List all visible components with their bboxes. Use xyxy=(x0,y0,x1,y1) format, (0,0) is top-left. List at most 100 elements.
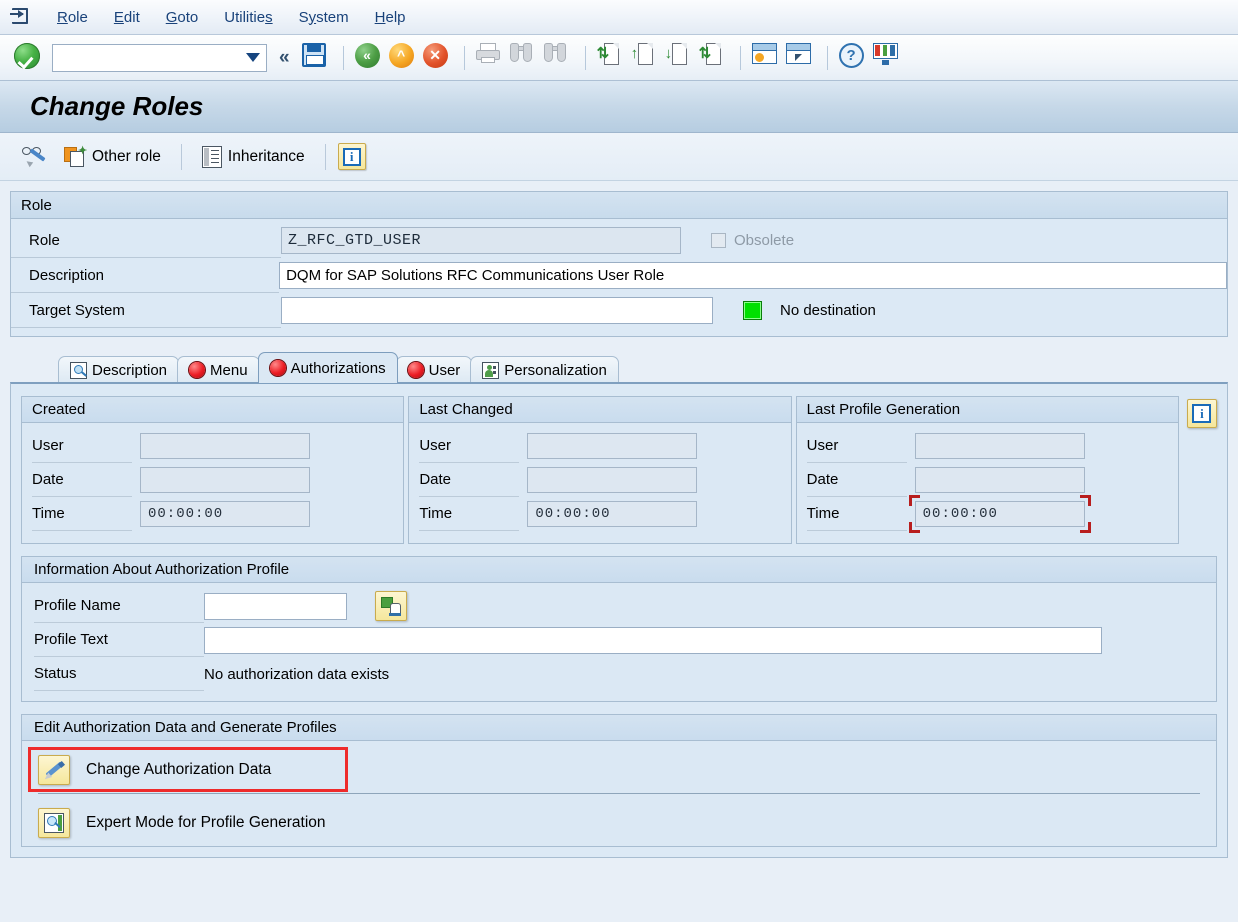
collapse-chevron-icon[interactable]: « xyxy=(279,47,290,69)
last-page-icon[interactable]: ⇅ xyxy=(699,43,729,73)
lpg-date-row: Date xyxy=(807,463,1168,497)
lpg-time-row: Time 00:00:00 xyxy=(807,497,1168,531)
other-role-label: Other role xyxy=(92,148,161,166)
info-i-icon: i xyxy=(1192,404,1211,423)
tab-user-label: User xyxy=(429,362,461,379)
lpg-user-label: User xyxy=(807,429,907,463)
role-group: Role Role Z_RFC_GTD_USER Obsolete Descri… xyxy=(10,191,1228,337)
menu-item-goto[interactable]: Goto xyxy=(153,6,212,29)
last-changed-box-header: Last Changed xyxy=(409,397,790,423)
tab-description[interactable]: Description xyxy=(58,356,179,383)
other-role-button[interactable]: ✦ Other role xyxy=(56,143,169,171)
tab-user[interactable]: User xyxy=(396,356,473,383)
created-date-value xyxy=(140,467,310,493)
copy-profile-icon xyxy=(381,596,401,616)
print-icon[interactable] xyxy=(476,43,506,73)
description-search-icon xyxy=(70,362,87,379)
edit-authorization-header: Edit Authorization Data and Generate Pro… xyxy=(22,715,1216,741)
role-label: Role xyxy=(11,223,281,258)
created-time-row: Time 00:00:00 xyxy=(32,497,393,531)
menu-item-help[interactable]: Help xyxy=(362,6,419,29)
expert-mode-button[interactable] xyxy=(38,808,70,838)
profile-status-row: Status No authorization data exists xyxy=(34,657,1204,691)
focus-corner-marker xyxy=(1080,522,1091,533)
change-authorization-data-label: Change Authorization Data xyxy=(86,761,271,779)
page-title: Change Roles xyxy=(30,91,203,122)
first-page-icon[interactable]: ⇅ xyxy=(597,43,627,73)
copy-profile-button[interactable] xyxy=(375,591,407,621)
role-input[interactable]: Z_RFC_GTD_USER xyxy=(281,227,681,254)
help-icon[interactable]: ? xyxy=(839,43,869,73)
tab-authorizations[interactable]: Authorizations xyxy=(258,352,398,383)
tab-personalization-label: Personalization xyxy=(504,362,607,379)
tab-menu-label: Menu xyxy=(210,362,248,379)
create-shortcut-icon[interactable] xyxy=(786,43,816,73)
apptoolbar-separator-2 xyxy=(325,144,326,170)
created-user-row: User xyxy=(32,429,393,463)
destination-status-text: No destination xyxy=(780,302,876,319)
next-page-icon[interactable]: ↓ xyxy=(665,43,695,73)
dropdown-caret-icon[interactable] xyxy=(246,53,260,62)
obsolete-checkbox[interactable] xyxy=(711,233,726,248)
role-info-button[interactable]: i xyxy=(338,143,366,170)
obsolete-checkbox-wrap[interactable]: Obsolete xyxy=(711,232,794,249)
previous-page-icon[interactable]: ↑ xyxy=(631,43,661,73)
focus-corner-marker xyxy=(909,495,920,506)
menu-item-role[interactable]: Role xyxy=(44,6,101,29)
last-changed-user-label: User xyxy=(419,429,519,463)
tab-menu[interactable]: Menu xyxy=(177,356,260,383)
target-system-label: Target System xyxy=(11,293,281,328)
last-changed-time-value: 00:00:00 xyxy=(527,501,697,527)
inheritance-button[interactable]: Inheritance xyxy=(194,143,313,171)
last-changed-date-label: Date xyxy=(419,463,519,497)
created-user-value xyxy=(140,433,310,459)
timestamp-boxes-row: Created User Date Time 00:00:00 xyxy=(21,396,1217,544)
main-content: Role Role Z_RFC_GTD_USER Obsolete Descri… xyxy=(0,181,1238,858)
last-changed-time-label: Time xyxy=(419,497,519,531)
menu-item-system[interactable]: System xyxy=(286,6,362,29)
lpg-date-label: Date xyxy=(807,463,907,497)
save-icon[interactable] xyxy=(302,43,332,73)
enter-check-icon[interactable] xyxy=(14,43,42,73)
back-icon[interactable]: « xyxy=(355,43,385,73)
profile-text-row: Profile Text xyxy=(34,623,1204,657)
person-card-icon xyxy=(482,362,499,379)
inheritance-label: Inheritance xyxy=(228,148,305,166)
authorization-profile-header: Information About Authorization Profile xyxy=(22,557,1216,583)
system-menu-icon[interactable] xyxy=(10,6,32,28)
find-next-icon[interactable] xyxy=(544,43,574,73)
target-system-input[interactable] xyxy=(281,297,713,324)
profile-text-input[interactable] xyxy=(204,627,1102,654)
description-input[interactable]: DQM for SAP Solutions RFC Communications… xyxy=(279,262,1227,289)
description-label: Description xyxy=(11,258,279,293)
change-authorization-data-button[interactable] xyxy=(38,755,70,785)
last-changed-user-row: User xyxy=(419,429,780,463)
edit-authorization-section: Edit Authorization Data and Generate Pro… xyxy=(21,714,1217,847)
application-toolbar: ✦ Other role Inheritance i xyxy=(0,133,1238,181)
created-time-label: Time xyxy=(32,497,132,531)
change-authorization-data-row[interactable]: Change Authorization Data xyxy=(34,747,1204,793)
customize-layout-icon[interactable] xyxy=(873,43,903,73)
exit-up-icon[interactable]: ^ xyxy=(389,43,419,73)
profile-name-input[interactable] xyxy=(204,593,347,620)
display-change-toggle-button[interactable] xyxy=(14,143,56,171)
profile-status-value: No authorization data exists xyxy=(204,666,389,683)
menu-bar: Role Edit Goto Utilities System Help xyxy=(0,0,1238,35)
display-change-toggle-icon xyxy=(22,146,48,168)
page-title-bar: Change Roles xyxy=(0,81,1238,133)
menu-item-utilities[interactable]: Utilities xyxy=(211,6,285,29)
command-field[interactable] xyxy=(52,44,267,72)
find-icon[interactable] xyxy=(510,43,540,73)
last-profile-generation-box-body: User Date Time 00:00:00 xyxy=(797,423,1178,543)
created-time-value: 00:00:00 xyxy=(140,501,310,527)
menu-item-edit[interactable]: Edit xyxy=(101,6,153,29)
timestamps-info-button[interactable]: i xyxy=(1187,399,1217,428)
expert-mode-row[interactable]: Expert Mode for Profile Generation xyxy=(34,800,1204,846)
tab-personalization[interactable]: Personalization xyxy=(470,356,619,383)
authorization-profile-section: Information About Authorization Profile … xyxy=(21,556,1217,702)
cancel-icon[interactable]: ✕ xyxy=(423,43,453,73)
info-i-icon: i xyxy=(343,148,361,166)
create-session-icon[interactable] xyxy=(752,43,782,73)
last-changed-date-row: Date xyxy=(419,463,780,497)
command-input[interactable] xyxy=(43,48,246,67)
